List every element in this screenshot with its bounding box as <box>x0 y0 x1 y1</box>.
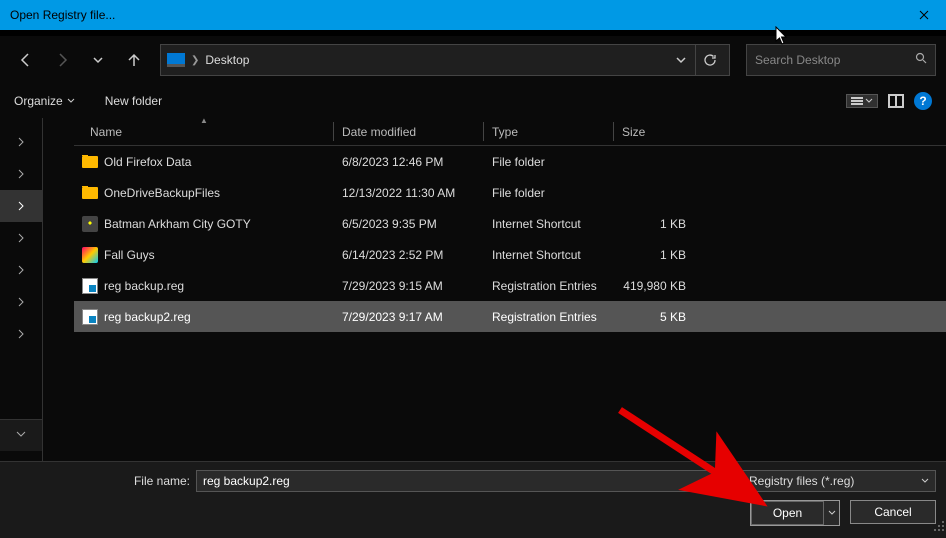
toolbar: Organize New folder ? <box>0 84 946 118</box>
nav-tree <box>0 118 42 461</box>
new-folder-button[interactable]: New folder <box>105 94 162 108</box>
file-date: 6/8/2023 12:46 PM <box>334 155 484 169</box>
file-date: 6/14/2023 2:52 PM <box>334 248 484 262</box>
nav-bar: ❯ Desktop <box>0 36 946 84</box>
folder-icon <box>82 187 98 199</box>
close-icon <box>919 10 929 20</box>
open-button-group: Open <box>750 500 840 526</box>
shortcut-icon <box>82 247 98 263</box>
column-date[interactable]: Date modified <box>334 118 484 145</box>
view-options-button[interactable] <box>846 94 878 108</box>
tree-item[interactable] <box>0 419 42 451</box>
filename-label: File name: <box>10 474 190 488</box>
help-button[interactable]: ? <box>914 92 932 110</box>
organize-menu[interactable]: Organize <box>14 94 75 108</box>
forward-button[interactable] <box>46 44 78 76</box>
file-name: Old Firefox Data <box>104 155 191 169</box>
file-size: 1 KB <box>614 248 694 262</box>
reg-file-icon <box>82 309 98 325</box>
file-date: 7/29/2023 9:17 AM <box>334 310 484 324</box>
arrow-up-icon <box>126 52 142 68</box>
close-button[interactable] <box>901 0 946 30</box>
file-size: 419,980 KB <box>614 279 694 293</box>
file-row[interactable]: Fall Guys 6/14/2023 2:52 PMInternet Short… <box>74 239 946 270</box>
sort-ascending-icon: ▲ <box>200 116 208 125</box>
file-row[interactable]: OneDriveBackupFiles 12/13/2022 11:30 AMFi… <box>74 177 946 208</box>
chevron-down-icon <box>676 55 686 65</box>
tree-item[interactable] <box>0 286 42 318</box>
search-box[interactable] <box>746 44 936 76</box>
file-name: OneDriveBackupFiles <box>104 186 220 200</box>
file-name: Batman Arkham City GOTY <box>104 217 251 231</box>
refresh-button[interactable] <box>695 45 723 75</box>
breadcrumb-sep: ❯ <box>191 55 199 66</box>
tree-item[interactable] <box>0 190 42 222</box>
refresh-icon <box>703 53 717 67</box>
column-headers: ▲ Name Date modified Type Size <box>74 118 946 146</box>
preview-pane-icon <box>888 94 904 108</box>
arrow-right-icon <box>54 52 70 68</box>
filetype-select[interactable]: Registry files (*.reg) <box>742 470 936 492</box>
up-button[interactable] <box>118 44 150 76</box>
filename-input[interactable] <box>196 470 736 492</box>
file-row[interactable]: Batman Arkham City GOTY 6/5/2023 9:35 PMI… <box>74 208 946 239</box>
tree-item[interactable] <box>0 254 42 286</box>
tree-item[interactable] <box>0 158 42 190</box>
file-list: ▲ Name Date modified Type Size Old Firef… <box>74 118 946 461</box>
window-title: Open Registry file... <box>10 8 901 22</box>
file-type: Registration Entries <box>484 279 614 293</box>
file-date: 6/5/2023 9:35 PM <box>334 217 484 231</box>
file-size: 1 KB <box>614 217 694 231</box>
cancel-button[interactable]: Cancel <box>850 500 936 524</box>
list-view-icon <box>851 97 863 105</box>
file-row[interactable]: Old Firefox Data 6/8/2023 12:46 PMFile fo… <box>74 146 946 177</box>
desktop-icon <box>167 53 185 67</box>
search-icon <box>915 51 927 69</box>
file-name: Fall Guys <box>104 248 155 262</box>
file-type: Internet Shortcut <box>484 248 614 262</box>
shortcut-icon <box>82 216 98 232</box>
chevron-down-icon <box>921 477 929 485</box>
file-size: 5 KB <box>614 310 694 324</box>
file-name: reg backup.reg <box>104 279 184 293</box>
tree-folder-column <box>42 118 74 461</box>
tree-item[interactable] <box>0 318 42 350</box>
chevron-down-icon <box>828 509 836 517</box>
file-row[interactable]: reg backup.reg 7/29/2023 9:15 AMRegistrat… <box>74 270 946 301</box>
open-dropdown[interactable] <box>823 501 839 525</box>
address-bar[interactable]: ❯ Desktop <box>160 44 730 76</box>
open-button[interactable]: Open <box>751 501 823 525</box>
title-bar: Open Registry file... <box>0 0 946 30</box>
file-date: 7/29/2023 9:15 AM <box>334 279 484 293</box>
file-row[interactable]: reg backup2.reg 7/29/2023 9:17 AMRegistra… <box>74 301 946 332</box>
preview-pane-button[interactable] <box>888 94 904 108</box>
chevron-down-icon <box>67 97 75 105</box>
tree-item[interactable] <box>0 126 42 158</box>
tree-item[interactable] <box>0 222 42 254</box>
main-area: ▲ Name Date modified Type Size Old Firef… <box>0 118 946 461</box>
column-type[interactable]: Type <box>484 118 614 145</box>
reg-file-icon <box>82 278 98 294</box>
breadcrumb-segment[interactable]: Desktop <box>205 53 249 67</box>
resize-grip[interactable] <box>932 519 944 531</box>
file-date: 12/13/2022 11:30 AM <box>334 186 484 200</box>
address-history-dropdown[interactable] <box>667 45 695 75</box>
column-size[interactable]: Size <box>614 118 694 145</box>
chevron-down-icon <box>93 55 103 65</box>
arrow-left-icon <box>18 52 34 68</box>
chevron-down-icon <box>865 97 873 105</box>
file-type: Registration Entries <box>484 310 614 324</box>
search-input[interactable] <box>755 53 915 67</box>
file-name: reg backup2.reg <box>104 310 191 324</box>
footer-panel: File name: Registry files (*.reg) Open C… <box>0 461 946 538</box>
column-name[interactable]: ▲ Name <box>74 118 334 145</box>
recent-dropdown[interactable] <box>82 44 114 76</box>
file-type: File folder <box>484 186 614 200</box>
folder-icon <box>82 156 98 168</box>
file-type: File folder <box>484 155 614 169</box>
back-button[interactable] <box>10 44 42 76</box>
file-type: Internet Shortcut <box>484 217 614 231</box>
